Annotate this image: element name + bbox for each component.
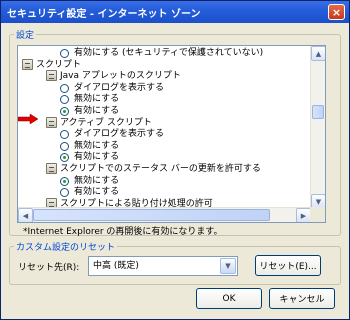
horizontal-scroll-thumb[interactable] <box>33 209 270 221</box>
vertical-scroll-thumb[interactable] <box>312 105 324 119</box>
scroll-left-icon[interactable]: ◀ <box>18 208 33 222</box>
option-label: 有効にする <box>74 106 120 116</box>
option-label: 無効にする <box>74 94 120 105</box>
reset-button[interactable]: リセット(E)... <box>255 255 321 276</box>
option-label: スクリプト <box>36 59 82 70</box>
option-label: 無効にする <box>74 140 120 151</box>
option-label: ダイアログを表示する <box>74 82 165 93</box>
horizontal-scrollbar[interactable]: ◀ ▶ <box>18 207 311 222</box>
radio-checked-icon[interactable] <box>60 107 69 116</box>
scrollbar-corner <box>310 207 325 222</box>
option-label: Java アプレットのスクリプト <box>60 71 181 82</box>
reset-level-select[interactable]: 中高 (既定) ▼ <box>88 256 238 276</box>
reset-to-label: リセット先(R): <box>18 263 80 273</box>
settings-tree-rows: 有効にする (セキュリティで保護されていない) スクリプト Java アプレットのス… <box>18 46 311 209</box>
radio-unchecked-icon[interactable] <box>60 130 69 140</box>
option-label: 有効にする (セキュリティで保護されていない) <box>74 48 264 58</box>
scroll-up-icon[interactable]: ▲ <box>311 46 325 61</box>
reset-level-value: 中高 (既定) <box>93 261 139 271</box>
settings-group-label: 設定 <box>14 28 37 41</box>
option-label: 有効にする <box>74 152 120 163</box>
ok-button[interactable]: OK <box>196 288 262 309</box>
cancel-button[interactable]: キャンセル <box>269 288 335 309</box>
option-label: アクティブ スクリプト <box>60 117 152 128</box>
radio-unchecked-icon[interactable] <box>60 141 69 151</box>
radio-unchecked-icon[interactable] <box>60 95 69 105</box>
vertical-scrollbar[interactable]: ▲ ▼ <box>310 46 325 209</box>
option-label: スクリプトでのステータス バーの更新を許可する <box>60 164 261 174</box>
settings-folder-icon <box>46 163 57 174</box>
settings-tree[interactable]: 有効にする (セキュリティで保護されていない) スクリプト Java アプレットのス… <box>17 45 326 223</box>
radio-unchecked-icon[interactable] <box>60 188 69 198</box>
radio-unchecked-icon[interactable] <box>60 49 69 58</box>
red-arrow-icon <box>18 114 38 124</box>
option-label: 無効にする <box>74 175 120 186</box>
radio-checked-icon[interactable] <box>60 176 69 186</box>
radio-checked-icon[interactable] <box>60 153 69 163</box>
title-bar: セキュリティ設定 - インターネット ゾーン × <box>1 1 349 23</box>
settings-folder-icon <box>46 70 57 82</box>
option-label: ダイアログを表示する <box>74 129 165 140</box>
window-title: セキュリティ設定 - インターネット ゾーン <box>7 8 201 20</box>
security-settings-dialog: セキュリティ設定 - インターネット ゾーン × 設定 有効にする (セキュリテ… <box>0 0 350 320</box>
radio-unchecked-icon[interactable] <box>60 83 69 93</box>
scroll-right-icon[interactable]: ▶ <box>296 208 311 222</box>
close-button[interactable]: × <box>328 4 345 20</box>
chevron-down-icon[interactable]: ▼ <box>220 258 236 274</box>
settings-folder-icon <box>46 116 57 128</box>
restart-footnote: *Internet Explorer の再開後に有効になります。 <box>23 227 223 237</box>
settings-folder-icon <box>22 58 33 70</box>
reset-group-label: カスタム設定のリセット <box>14 240 118 253</box>
option-label: 有効にする <box>74 187 120 198</box>
